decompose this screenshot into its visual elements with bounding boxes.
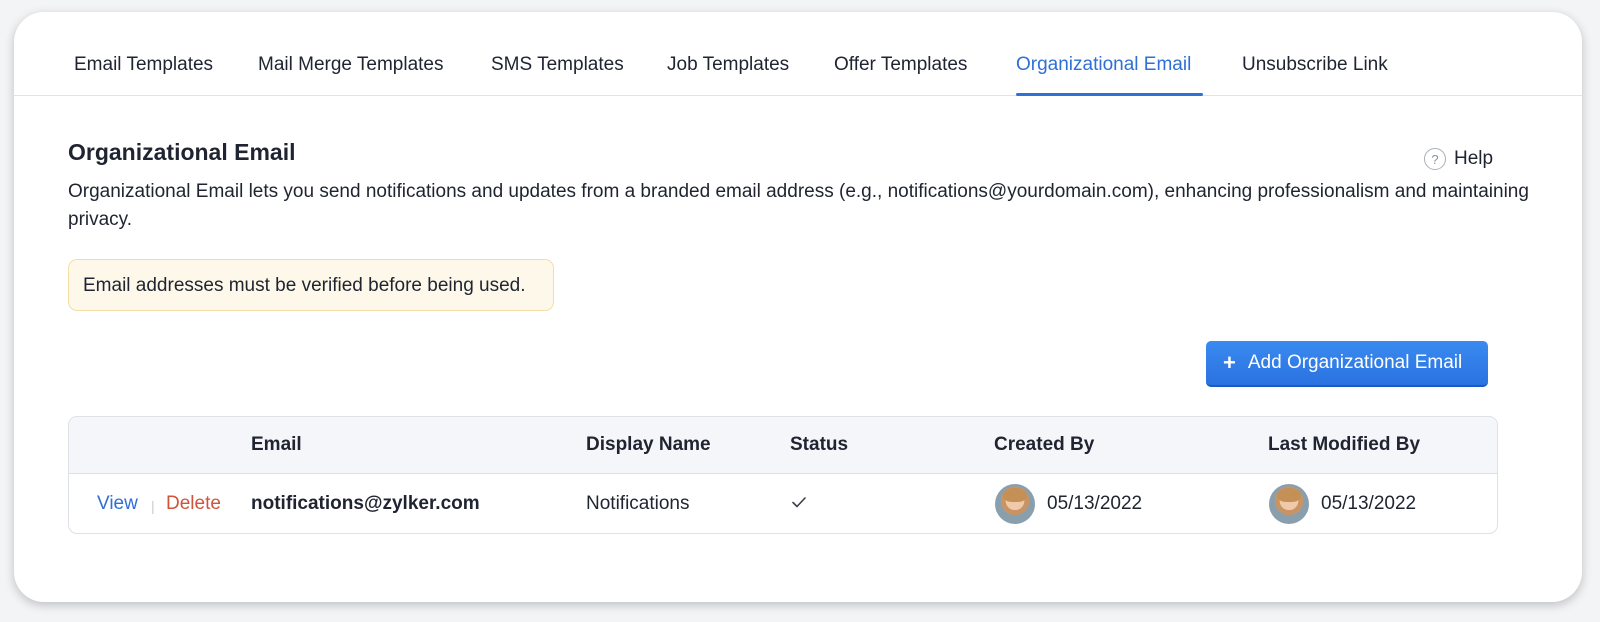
page-title: Organizational Email — [68, 139, 296, 165]
column-last-modified-by: Last Modified By — [1268, 434, 1421, 455]
plus-icon: + — [1223, 350, 1236, 375]
column-status: Status — [790, 434, 849, 455]
tab-mail-merge-templates[interactable]: Mail Merge Templates — [258, 54, 444, 76]
column-created-by: Created By — [994, 434, 1095, 455]
column-email: Email — [251, 434, 302, 455]
created-by-avatar — [995, 484, 1035, 524]
action-separator: | — [151, 498, 155, 514]
tab-sms-templates[interactable]: SMS Templates — [491, 54, 624, 76]
organizational-email-table: Email Display Name Status Created By Las… — [68, 416, 1498, 534]
add-organizational-email-button[interactable]: + Add Organizational Email — [1206, 341, 1488, 387]
modified-by-avatar — [1269, 484, 1309, 524]
active-tab-indicator — [1016, 93, 1203, 96]
settings-card: Email Templates Mail Merge Templates SMS… — [14, 12, 1582, 602]
check-icon — [792, 497, 806, 508]
view-link[interactable]: View — [97, 493, 138, 515]
help-label: Help — [1454, 148, 1494, 169]
tab-email-templates[interactable]: Email Templates — [74, 54, 213, 76]
tab-unsubscribe-link[interactable]: Unsubscribe Link — [1242, 54, 1388, 76]
created-date-cell: 05/13/2022 — [1047, 493, 1143, 514]
help-link[interactable]: ? Help — [1424, 148, 1493, 170]
delete-link[interactable]: Delete — [166, 493, 221, 515]
add-button-label: Add Organizational Email — [1247, 352, 1463, 373]
tab-offer-templates[interactable]: Offer Templates — [834, 54, 967, 76]
tab-organizational-email[interactable]: Organizational Email — [1016, 54, 1191, 76]
page-description: Organizational Email lets you send notif… — [68, 181, 1529, 230]
email-cell: notifications@zylker.com — [251, 493, 480, 514]
verification-notice: Email addresses must be verified before … — [68, 259, 554, 311]
tab-job-templates[interactable]: Job Templates — [667, 54, 789, 76]
modified-date-cell: 05/13/2022 — [1321, 493, 1417, 514]
help-icon: ? — [1424, 148, 1446, 170]
column-display-name: Display Name — [586, 434, 711, 455]
table-header: Email Display Name Status Created By Las… — [69, 417, 1497, 474]
display-name-cell: Notifications — [586, 493, 690, 514]
table-row: View | Delete notifications@zylker.com N… — [69, 474, 1497, 533]
template-tabs: Email Templates Mail Merge Templates SMS… — [14, 12, 1582, 96]
